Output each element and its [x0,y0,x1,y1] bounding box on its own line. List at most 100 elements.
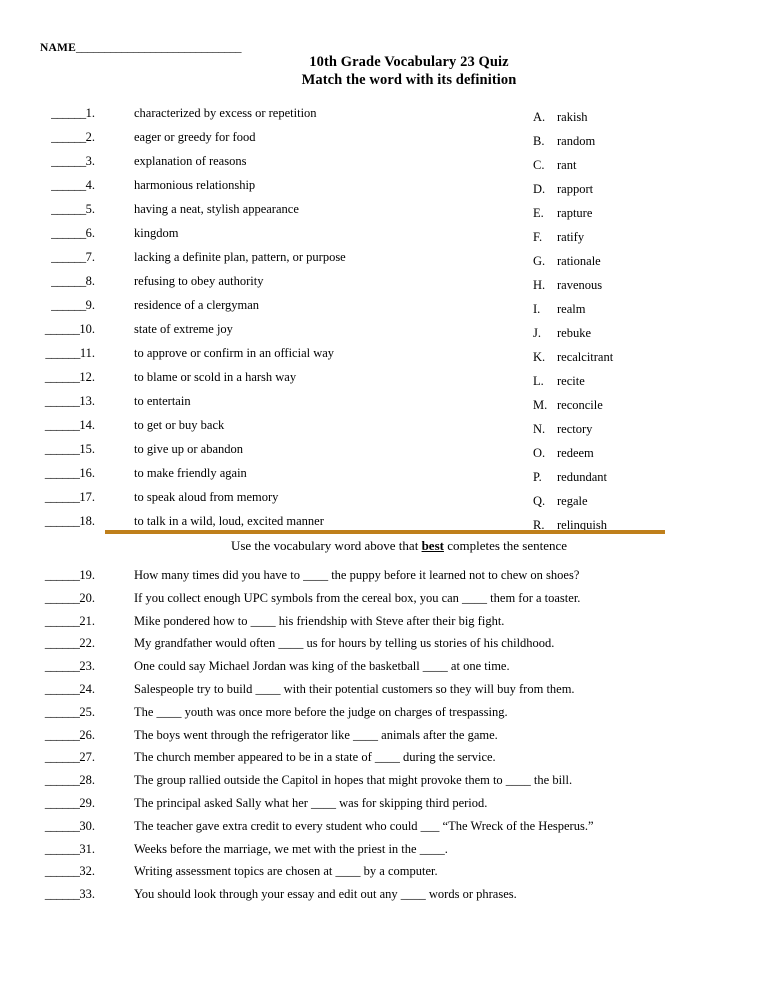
answer-blank-19[interactable]: ______19. [0,568,98,583]
item-number: 26. [79,727,95,742]
word-bank-item: I. realm [533,302,733,326]
definition-row: ______1. characterized by excess or repet… [0,106,520,130]
item-number: 33. [79,887,95,902]
item-number: 10. [79,322,95,336]
blank-line[interactable]: ______ [45,490,80,504]
answer-blank-23[interactable]: ______23. [0,659,98,674]
answer-blank-33[interactable]: ______33. [0,887,98,902]
blank-line[interactable]: ______ [51,178,86,192]
fill-in-heading-text-after: completes the sentence [443,538,568,553]
blank-line[interactable]: ______ [51,250,86,264]
answer-blank-29[interactable]: ______29. [0,796,98,811]
answer-blank-28[interactable]: ______28. [0,773,98,788]
word-bank-letter: F. [533,230,543,244]
answer-blank-26[interactable]: ______26. [0,728,98,743]
blank-line[interactable]: ______ [51,226,86,240]
answer-blank-3[interactable]: ______3. [0,154,98,169]
word-bank-item: H. ravenous [533,278,733,302]
answer-blank-21[interactable]: ______21. [0,614,98,629]
blank-line[interactable]: ______ [45,614,80,628]
answer-blank-11[interactable]: ______11. [0,346,98,361]
answer-blank-7[interactable]: ______7. [0,250,98,265]
definition-row: ______2. eager or greedy for food [0,130,520,154]
blank-line[interactable]: ______ [45,887,80,901]
answer-blank-15[interactable]: ______15. [0,442,98,457]
word-bank-word: rectory [557,422,593,436]
answer-blank-10[interactable]: ______10. [0,322,98,337]
item-number: 27. [79,750,95,765]
answer-blank-16[interactable]: ______16. [0,466,98,481]
definition-row: ______5. having a neat, stylish appearanc… [0,202,520,226]
word-bank-item: K. recalcitrant [533,350,733,374]
answer-blank-20[interactable]: ______20. [0,591,98,606]
answer-blank-18[interactable]: ______18. [0,514,98,529]
answer-blank-24[interactable]: ______24. [0,682,98,697]
blank-line[interactable]: ______ [45,591,80,605]
answer-blank-25[interactable]: ______25. [0,705,98,720]
answer-blank-8[interactable]: ______8. [0,274,98,289]
blank-line[interactable]: ______ [51,154,86,168]
item-number: 18. [79,514,95,528]
blank-line[interactable]: ______ [51,298,86,312]
fill-in-sentence: The boys went through the refrigerator l… [134,727,498,742]
word-bank-item: L. recite [533,374,733,398]
answer-blank-14[interactable]: ______14. [0,418,98,433]
blank-line[interactable]: ______ [45,322,80,336]
blank-line[interactable]: ______ [45,705,80,719]
answer-blank-4[interactable]: ______4. [0,178,98,193]
blank-line[interactable]: ______ [51,130,86,144]
blank-line[interactable]: ______ [45,796,80,810]
answer-blank-2[interactable]: ______2. [0,130,98,145]
blank-line[interactable]: ______ [45,864,80,878]
blank-line[interactable]: ______ [45,773,80,787]
blank-line[interactable]: ______ [45,750,80,764]
word-bank-letter: C. [533,158,545,172]
definition-text: state of extreme joy [134,322,233,336]
answer-blank-27[interactable]: ______27. [0,750,98,765]
answer-blank-5[interactable]: ______5. [0,202,98,217]
word-bank-item: N. rectory [533,422,733,446]
answer-blank-13[interactable]: ______13. [0,394,98,409]
answer-blank-6[interactable]: ______6. [0,226,98,241]
answer-blank-9[interactable]: ______9. [0,298,98,313]
blank-line[interactable]: ______ [45,682,80,696]
answer-blank-17[interactable]: ______17. [0,490,98,505]
blank-line[interactable]: ______ [45,568,80,582]
blank-line[interactable]: ______ [45,842,80,856]
fill-in-sentence: If you collect enough UPC symbols from t… [134,590,581,605]
item-number: 28. [79,773,95,788]
blank-line[interactable]: ______ [45,394,80,408]
blank-line[interactable]: ______ [45,442,80,456]
answer-blank-31[interactable]: ______31. [0,842,98,857]
item-number: 9. [85,298,95,312]
blank-line[interactable]: ______ [51,202,86,216]
page-header: NAME _____________________________ 10th G… [0,0,768,88]
blank-line[interactable]: ______ [51,274,86,288]
fill-in-sentence: One could say Michael Jordan was king of… [134,659,510,674]
answer-blank-22[interactable]: ______22. [0,636,98,651]
answer-blank-12[interactable]: ______12. [0,370,98,385]
definition-row: ______9. residence of a clergyman [0,298,520,322]
blank-line[interactable]: ______ [51,106,86,120]
blank-line[interactable]: ______ [45,819,80,833]
answer-blank-30[interactable]: ______30. [0,819,98,834]
word-bank-letter: K. [533,350,546,364]
worksheet-page: NAME _____________________________ 10th G… [0,0,768,994]
answer-blank-32[interactable]: ______32. [0,864,98,879]
answer-blank-1[interactable]: ______1. [0,106,98,121]
blank-line[interactable]: ______ [45,418,80,432]
word-bank-item: G. rationale [533,254,733,278]
word-bank-letter: D. [533,182,546,196]
blank-line[interactable]: ______ [45,659,80,673]
item-number: 11. [79,346,95,360]
blank-line[interactable]: ______ [45,514,80,528]
blank-line[interactable]: ______ [45,346,80,360]
word-bank-item: B. random [533,134,733,158]
item-number: 4. [85,178,95,192]
blank-line[interactable]: ______ [45,370,80,384]
blank-line[interactable]: ______ [45,636,80,650]
blank-line[interactable]: ______ [45,728,80,742]
word-bank-letter: G. [533,254,546,268]
blank-line[interactable]: ______ [45,466,80,480]
word-bank-word: realm [557,302,586,316]
